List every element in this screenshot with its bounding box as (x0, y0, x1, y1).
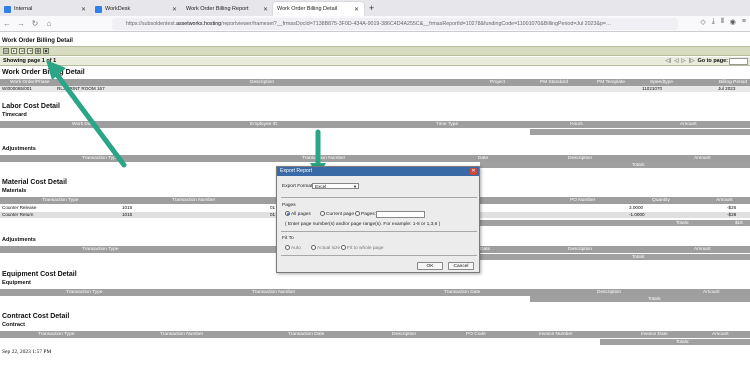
tab-internal[interactable]: Internal ✕ (0, 2, 91, 16)
home-icon[interactable]: ⌂ (42, 19, 56, 28)
equipment-header: Transaction Type Transaction Number Tran… (0, 289, 750, 296)
contract-sub-title: Contract (2, 322, 25, 328)
export-format-label: Export Format: (282, 184, 314, 189)
pages-range-radio[interactable]: Pages: (355, 211, 376, 217)
close-icon[interactable]: ✕ (470, 168, 477, 175)
fit-whole-radio[interactable]: Fit to whole page (341, 245, 384, 251)
pages-range-input[interactable] (376, 211, 425, 218)
materials-title: Materials (2, 188, 27, 194)
goto-page-label: Go to page: (697, 58, 728, 64)
report-header-title: Work Order Billing Detail (2, 38, 73, 44)
fit-actual-radio[interactable]: Actual size (311, 245, 340, 251)
prev-page-icon[interactable]: ◁ (674, 58, 678, 64)
material-title: Material Cost Detail (2, 179, 67, 186)
last-page-icon[interactable]: |▷ (689, 58, 695, 64)
ok-button[interactable]: OK (417, 262, 443, 270)
close-tab-icon[interactable]: ✕ (263, 6, 268, 13)
download-icon[interactable]: ⤓ (712, 18, 715, 26)
close-tab-icon[interactable]: ✕ (81, 6, 86, 13)
export-format-select[interactable]: Excel ▼ (312, 183, 359, 189)
library-icon[interactable]: ⫴ (721, 18, 724, 26)
export-report-icon[interactable]: ⇥ (27, 48, 33, 54)
forward-icon[interactable]: → (14, 19, 28, 28)
wo-row: WI000065/001 RLJ PRINT ROOM 167 11021070… (0, 86, 750, 92)
report-toolbar: ▤ ▸ ⇲ ⇥ ▦ ▣ (0, 46, 750, 56)
material-adjust-title: Adjustments (2, 237, 36, 243)
dialog-title: Export Report (277, 167, 479, 176)
close-tab-icon[interactable]: ✕ (172, 6, 177, 13)
labor-title: Labor Cost Detail (2, 103, 60, 110)
radio-icon (341, 245, 346, 250)
site-icon (95, 5, 102, 13)
browser-nav-bar: ← → ↻ ⌂ https://subsoldentest.assetworks… (0, 16, 750, 32)
print-icon[interactable]: ▦ (35, 48, 41, 54)
material-adjust-totals: Totals: (480, 254, 750, 260)
contract-title: Contract Cost Detail (2, 313, 70, 320)
new-tab-button[interactable]: + (364, 2, 379, 16)
fit-auto-radio[interactable]: Auto (285, 245, 301, 251)
labor-adjust-totals: Totals: (480, 162, 750, 168)
run-report-icon[interactable]: ▸ (11, 48, 17, 54)
first-page-icon[interactable]: ◁| (665, 58, 671, 64)
labor-adjust-header: Transaction Type Transaction Number Date… (0, 155, 750, 162)
close-tab-icon[interactable]: ✕ (354, 6, 359, 13)
tab-billing-report[interactable]: Work Order Billing Report ✕ (182, 2, 273, 16)
sync-icon[interactable]: ◉ (730, 18, 736, 26)
timecard-totals: Totals: (508, 129, 750, 135)
next-page-icon[interactable]: ▷ (681, 58, 685, 64)
equipment-totals: Totals: (530, 296, 750, 302)
browser-tab-bar: Internal ✕ WorkDesk ✕ Work Order Billing R… (0, 0, 750, 16)
radio-icon (285, 245, 290, 250)
reload-icon[interactable]: ↻ (28, 19, 42, 28)
equipment-title: Equipment Cost Detail (2, 271, 77, 278)
goto-page-input[interactable] (729, 58, 748, 65)
print-server-icon[interactable]: ▣ (43, 48, 49, 54)
pocket-icon[interactable]: ◇ (700, 18, 705, 26)
all-pages-radio[interactable]: All pages (285, 211, 311, 217)
main-title: Work Order Billing Detail (2, 69, 85, 76)
wo-table-header: Work Order/Phase Description Project PM … (0, 79, 750, 86)
fit-to-label: Fit To (282, 236, 294, 241)
current-page-radio[interactable]: Current page (320, 211, 354, 217)
tab-billing-detail[interactable]: Work Order Billing Detail ✕ (273, 2, 364, 16)
contract-header: Transaction Type Transaction Number Tran… (0, 331, 750, 338)
back-icon[interactable]: ← (0, 19, 14, 28)
pages-label: Pages (282, 203, 296, 208)
divider (281, 197, 477, 198)
page-navigation-bar: Showing page 1 of 1 ◁| ◁ ▷ |▷ Go to page… (0, 57, 750, 66)
timecard-header: Work Date Employee ID Time Type Hours Am… (0, 121, 750, 128)
radio-icon (355, 211, 360, 216)
materials-totals: Totals: $16 (480, 220, 750, 226)
divider (281, 255, 477, 256)
timecard-title: Timecard (2, 112, 27, 118)
radio-selected-icon (285, 211, 290, 216)
radio-icon (311, 245, 316, 250)
address-bar[interactable]: https://subsoldentest.assetworks.hosting… (112, 18, 678, 30)
radio-icon (320, 211, 325, 216)
export-data-icon[interactable]: ⇲ (19, 48, 25, 54)
export-report-dialog: Export Report ✕ Export Format: Excel ▼ Pa… (276, 166, 480, 273)
toc-icon[interactable]: ▤ (3, 48, 9, 54)
contract-totals: Totals: (600, 339, 750, 345)
chevron-down-icon: ▼ (353, 184, 357, 189)
divider (281, 231, 477, 232)
cancel-button[interactable]: Cancel (448, 262, 474, 270)
equipment-sub-title: Equipment (2, 280, 31, 286)
pages-hint: ( Enter page number(s) and/or page range… (285, 222, 441, 227)
labor-adjust-title: Adjustments (2, 146, 36, 152)
footer-timestamp: Sep 22, 2023 1:57 PM (2, 349, 52, 355)
site-icon (4, 5, 11, 13)
tab-workdesk[interactable]: WorkDesk ✕ (91, 2, 182, 16)
menu-icon[interactable]: ≡ (742, 18, 746, 26)
